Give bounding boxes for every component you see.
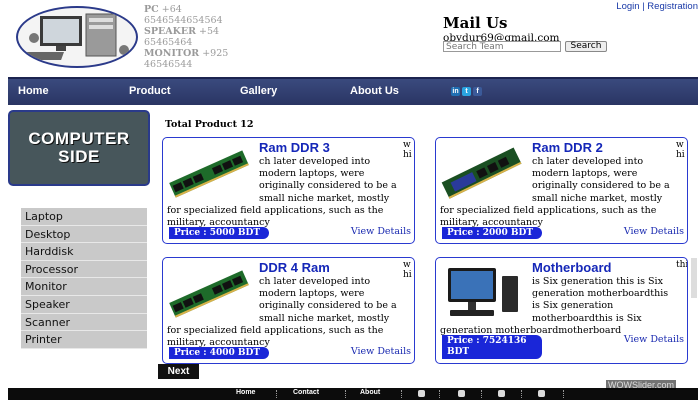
site-logo[interactable] [16,6,138,68]
product-title[interactable]: Motherboard [532,260,611,275]
search-bar: Search [443,41,607,52]
product-title[interactable]: Ram DDR 2 [532,140,603,155]
product-card: Ram DDR 2 w hi ch later developed into m… [435,137,688,244]
product-description: is Six generation this is Six generation… [440,276,669,336]
product-description: ch later developed into modern laptops, … [167,156,397,229]
spec-speaker: SPEAKER +54 65465464 [144,26,220,48]
product-overflow-text: this [676,260,687,270]
mail-title: Mail Us [443,14,508,32]
scrollbar[interactable] [691,258,697,298]
social-links: in t f [451,87,482,96]
spec-monitor: MONITOR +925 46546544 [144,48,229,70]
footer-divider [401,390,402,398]
footer-divider [439,390,440,398]
login-link[interactable]: Login [616,1,639,12]
nav-home[interactable]: Home [18,85,49,97]
price-badge: Price : 2000 BDT [442,227,542,239]
product-card: DDR 4 Ram w hi ch later developed into m… [162,257,415,364]
price-badge: Price : 5000 BDT [169,227,269,239]
footer-bar: Home Contact About [8,388,698,400]
facebook-icon[interactable]: f [473,87,482,96]
category-harddisk[interactable]: Harddisk [21,243,147,261]
price-badge: Price : 7524136 BDT [442,335,542,359]
category-list: Laptop Desktop Harddisk Processor Monito… [21,208,147,349]
category-speaker[interactable]: Speaker [21,295,147,314]
auth-separator: | [642,1,645,12]
facebook-icon[interactable] [418,390,425,397]
category-monitor[interactable]: Monitor [21,278,147,296]
nav-gallery[interactable]: Gallery [240,85,277,97]
nav-product[interactable]: Product [129,85,171,97]
footer-divider [345,390,346,398]
computer-side-logo: COMPUTER SIDE [8,110,150,186]
wowslider-watermark[interactable]: WOWSlider.com [606,380,677,390]
footer-about-link[interactable]: About [360,389,380,396]
view-details-link[interactable]: View Details [351,346,411,357]
search-input[interactable] [443,41,561,52]
registration-link[interactable]: Registration [647,1,698,12]
footer-home-link[interactable]: Home [236,389,255,396]
main-navbar: Home Product Gallery About Us in t f [8,77,698,105]
nav-about-us[interactable]: About Us [350,85,399,97]
category-laptop[interactable]: Laptop [21,208,147,226]
footer-contact-link[interactable]: Contact [293,389,319,396]
logo-line-1: COMPUTER [28,129,130,148]
contact-specs: PC +64 6546544654564 SPEAKER +54 6546546… [144,4,240,70]
category-printer[interactable]: Printer [21,331,147,349]
product-title[interactable]: Ram DDR 3 [259,140,330,155]
footer-divider [276,390,277,398]
category-processor[interactable]: Processor [21,260,147,279]
chat-icon[interactable] [538,390,545,397]
view-details-link[interactable]: View Details [351,226,411,237]
search-button[interactable]: Search [565,41,607,52]
price-badge: Price : 4000 BDT [169,347,269,359]
computer-logo-icon [18,13,129,60]
footer-divider [563,390,564,398]
twitter-icon[interactable] [458,390,465,397]
twitter-icon[interactable]: t [462,87,471,96]
logo-line-2: SIDE [58,147,100,166]
category-desktop[interactable]: Desktop [21,225,147,244]
view-details-link[interactable]: View Details [624,334,684,345]
auth-links: Login | Registration [616,1,698,12]
category-scanner[interactable]: Scanner [21,313,147,332]
footer-divider [481,390,482,398]
total-products-label: Total Product 12 [165,119,254,130]
product-description: ch later developed into modern laptops, … [167,276,397,349]
product-title[interactable]: DDR 4 Ram [259,260,330,275]
mail-section: Mail Us obydur69@gmail.com [443,14,560,44]
next-button[interactable]: Next [158,364,199,379]
product-description: ch later developed into modern laptops, … [440,156,670,229]
share-icon[interactable] [498,390,505,397]
footer-divider [521,390,522,398]
spec-pc: PC +64 6546544654564 [144,4,223,26]
linkedin-icon[interactable]: in [451,87,460,96]
view-details-link[interactable]: View Details [624,226,684,237]
product-card: Motherboard this is Six generation this … [435,257,688,364]
product-card: Ram DDR 3 w hi ch later developed into m… [162,137,415,244]
